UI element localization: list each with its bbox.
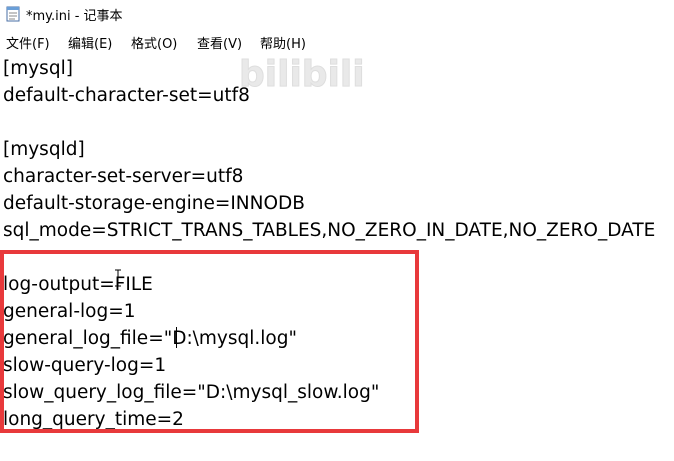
editor-line: sql_mode=STRICT_TRANS_TABLES,NO_ZERO_IN_… [3, 220, 656, 241]
editor-line: slow-query-log=1 [3, 355, 167, 376]
bilibili-watermark-logo: bilibili [239, 54, 366, 95]
editor-line: [mysqld] [3, 139, 85, 160]
editor-line: general_log_file="D:\mysql.log" [3, 328, 297, 349]
editor-line: default-character-set=utf8 [3, 85, 250, 106]
title-bar[interactable]: *my.ini - 记事本 [0, 0, 674, 28]
editor-line: log-output=FILE [3, 274, 153, 295]
notepad-app-icon [6, 6, 20, 22]
watermark-text: bilibili [239, 54, 365, 94]
ibeam-cursor-icon [115, 269, 121, 287]
menu-format[interactable]: 格式(O) [131, 33, 177, 52]
window-title: *my.ini - 记事本 [26, 9, 123, 24]
menu-edit[interactable]: 编辑(E) [68, 33, 112, 52]
text-editor-area[interactable]: [mysql] default-character-set=utf8 [mysq… [0, 52, 674, 461]
editor-line: [mysql] [3, 58, 73, 79]
editor-line: long_query_time=2 [3, 409, 184, 430]
notepad-window: *my.ini - 记事本 文件(F) 编辑(E) 格式(O) 查看(V) 帮助… [0, 0, 674, 461]
menu-bar: 文件(F) 编辑(E) 格式(O) 查看(V) 帮助(H) [0, 30, 674, 52]
editor-line: character-set-server=utf8 [3, 166, 244, 187]
editor-line: general-log=1 [3, 301, 136, 322]
text-caret [176, 327, 177, 348]
menu-file[interactable]: 文件(F) [6, 33, 50, 52]
editor-line: default-storage-engine=INNODB [3, 193, 305, 214]
editor-line: slow_query_log_file="D:\mysql_slow.log" [3, 382, 380, 403]
